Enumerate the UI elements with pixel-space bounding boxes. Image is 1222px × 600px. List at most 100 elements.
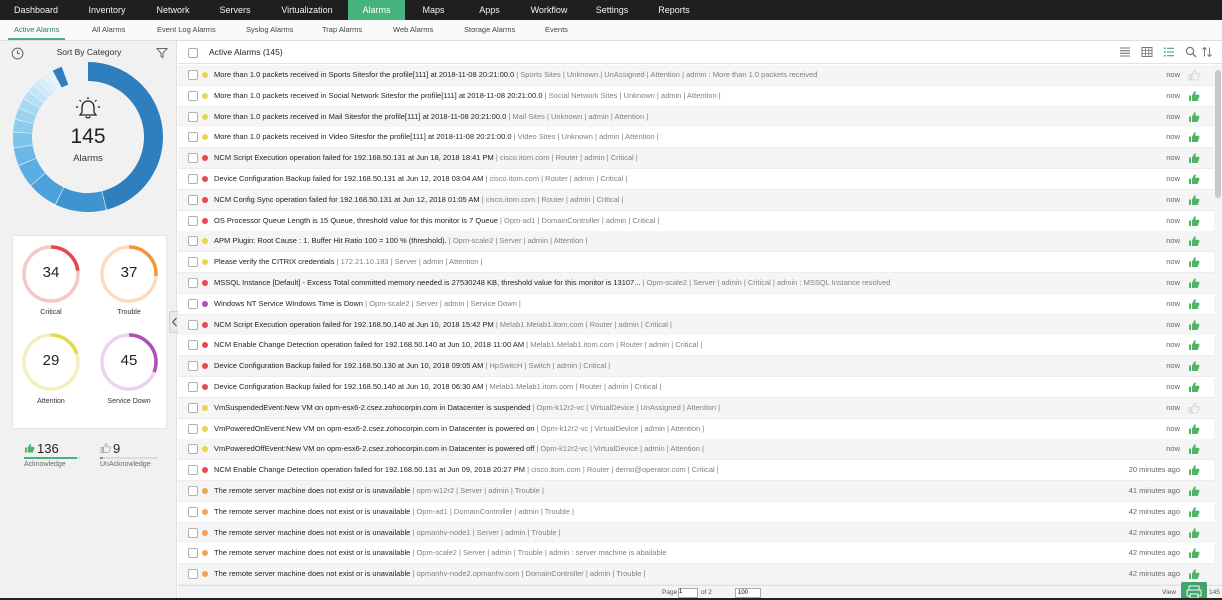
alarm-row[interactable]: More than 1.0 packets received in Mail S…: [178, 106, 1214, 128]
row-checkbox[interactable]: [188, 506, 198, 517]
page-number-input[interactable]: 1: [678, 588, 698, 598]
nav-item-apps[interactable]: Apps: [462, 0, 517, 20]
alarm-message[interactable]: NCM Enable Change Detection operation fa…: [214, 340, 1134, 349]
alarm-message-text[interactable]: The remote server machine does not exist…: [214, 507, 410, 516]
severity-ring-trouble[interactable]: 37: [99, 244, 159, 304]
alarm-message[interactable]: More than 1.0 packets received in Video …: [214, 132, 1134, 141]
list-scrollbar[interactable]: [1214, 65, 1222, 585]
alarm-message[interactable]: Device Configuration Backup failed for 1…: [214, 174, 1134, 183]
tab-web-alarms[interactable]: Web Alarms: [393, 20, 433, 40]
nav-item-reports[interactable]: Reports: [643, 0, 705, 20]
unacknowledge-summary[interactable]: 9 UnAcknowledge: [100, 441, 158, 471]
thumbs-up-icon[interactable]: [1188, 235, 1200, 247]
alarm-row[interactable]: APM Plugin: Root Cause : 1. Buffer Hit R…: [178, 231, 1214, 253]
row-checkbox[interactable]: [188, 361, 198, 372]
nav-item-servers[interactable]: Servers: [204, 0, 266, 20]
alarm-message[interactable]: MSSQL Instance [Default] - Excess Total …: [214, 278, 1134, 287]
alarm-message[interactable]: Windows NT Service Windows Time is Down …: [214, 299, 1134, 308]
alarm-message-text[interactable]: NCM Script Execution operation failed fo…: [214, 153, 494, 162]
list-view-icon[interactable]: [1119, 46, 1131, 58]
alarm-message[interactable]: Please verify the CITRIX credentials | 1…: [214, 257, 1134, 266]
grid-view-icon[interactable]: [1141, 46, 1153, 58]
alarm-row[interactable]: MSSQL Instance [Default] - Excess Total …: [178, 273, 1214, 294]
alarm-message[interactable]: VmPoweredOnEvent:New VM on opm-esx6-2.cs…: [214, 424, 1134, 433]
alarm-row[interactable]: More than 1.0 packets received in Social…: [178, 85, 1214, 107]
thumbs-up-icon[interactable]: [1188, 111, 1200, 123]
thumbs-up-icon[interactable]: [1188, 298, 1200, 310]
alarm-message-text[interactable]: More than 1.0 packets received in Video …: [214, 132, 512, 141]
nav-item-inventory[interactable]: Inventory: [72, 0, 142, 20]
nav-item-maps[interactable]: Maps: [405, 0, 462, 20]
alarm-message[interactable]: The remote server machine does not exist…: [214, 548, 1134, 557]
alarm-message[interactable]: More than 1.0 packets received in Social…: [214, 91, 1134, 100]
tab-trap-alarms[interactable]: Trap Alarms: [322, 20, 362, 40]
alarm-message[interactable]: APM Plugin: Root Cause : 1. Buffer Hit R…: [214, 236, 1134, 245]
alarm-message-text[interactable]: Device Configuration Backup failed for 1…: [214, 174, 483, 183]
alarm-row[interactable]: Windows NT Service Windows Time is Down …: [178, 293, 1214, 315]
sort-by-category-title[interactable]: Sort By Category: [28, 47, 150, 57]
row-checkbox[interactable]: [188, 70, 198, 80]
row-checkbox[interactable]: [188, 444, 198, 455]
row-checkbox[interactable]: [188, 298, 198, 309]
alarm-row[interactable]: NCM Config Sync operation failed for 192…: [178, 189, 1214, 211]
row-checkbox[interactable]: [188, 319, 198, 330]
alarm-message[interactable]: VmPoweredOffEvent:New VM on opm-esx6-2.c…: [214, 444, 1134, 453]
thumbs-up-icon[interactable]: [1188, 277, 1200, 289]
row-checkbox[interactable]: [188, 194, 198, 205]
row-checkbox[interactable]: [188, 153, 198, 164]
alarm-message-text[interactable]: VmPoweredOnEvent:New VM on opm-esx6-2.cs…: [214, 424, 535, 433]
alarm-message-text[interactable]: APM Plugin: Root Cause : 1. Buffer Hit R…: [214, 236, 447, 245]
alarm-row[interactable]: VmPoweredOnEvent:New VM on opm-esx6-2.cs…: [178, 418, 1214, 440]
thumbs-up-icon[interactable]: [1188, 485, 1200, 497]
severity-ring-critical[interactable]: 34: [21, 244, 81, 304]
alarm-row[interactable]: The remote server machine does not exist…: [178, 543, 1214, 565]
row-checkbox[interactable]: [188, 486, 198, 496]
filter-icon[interactable]: [156, 47, 168, 59]
alarm-message[interactable]: NCM Script Execution operation failed fo…: [214, 320, 1134, 329]
alarm-row[interactable]: The remote server machine does not exist…: [178, 481, 1214, 502]
alarm-message-text[interactable]: Device Configuration Backup failed for 1…: [214, 361, 483, 370]
thumbs-up-icon[interactable]: [1188, 215, 1200, 227]
row-checkbox[interactable]: [188, 132, 198, 143]
detail-view-icon[interactable]: [1163, 46, 1175, 58]
row-checkbox[interactable]: [188, 340, 198, 351]
alarm-row[interactable]: NCM Script Execution operation failed fo…: [178, 314, 1214, 336]
nav-item-alarms[interactable]: Alarms: [348, 0, 405, 20]
select-all-checkbox[interactable]: [188, 48, 198, 58]
alarm-message-text[interactable]: NCM Enable Change Detection operation fa…: [214, 465, 525, 474]
alarm-message-text[interactable]: Windows NT Service Windows Time is Down: [214, 299, 363, 308]
alarm-row[interactable]: Device Configuration Backup failed for 1…: [178, 169, 1214, 190]
alarm-row[interactable]: More than 1.0 packets received in Video …: [178, 127, 1214, 149]
alarm-message[interactable]: The remote server machine does not exist…: [214, 486, 1134, 495]
row-checkbox[interactable]: [188, 569, 198, 580]
thumbs-up-icon[interactable]: [1188, 547, 1200, 559]
alarm-row[interactable]: Device Configuration Backup failed for 1…: [178, 377, 1214, 398]
severity-ring-service-down[interactable]: 45: [99, 332, 159, 392]
row-checkbox[interactable]: [188, 527, 198, 538]
nav-item-network[interactable]: Network: [142, 0, 204, 20]
nav-item-dashboard[interactable]: Dashboard: [0, 0, 72, 20]
scrollbar-thumb[interactable]: [1215, 70, 1221, 198]
row-checkbox[interactable]: [188, 174, 198, 184]
alarm-message[interactable]: OS Processor Queue Length is 15 Queue, t…: [214, 216, 1134, 225]
row-checkbox[interactable]: [188, 278, 198, 288]
acknowledge-summary[interactable]: 136 Acknowledge: [24, 441, 80, 471]
alarm-message-text[interactable]: The remote server machine does not exist…: [214, 548, 410, 557]
row-checkbox[interactable]: [188, 548, 198, 559]
row-checkbox[interactable]: [188, 236, 198, 247]
alarm-message-text[interactable]: MSSQL Instance [Default] - Excess Total …: [214, 278, 640, 287]
row-checkbox[interactable]: [188, 423, 198, 434]
thumbs-up-icon[interactable]: [1188, 381, 1200, 393]
alarm-message-text[interactable]: NCM Config Sync operation failed for 192…: [214, 195, 480, 204]
alarm-message[interactable]: VmSuspendedEvent:New VM on opm-esx6-2.cs…: [214, 403, 1134, 412]
alarm-message-text[interactable]: NCM Enable Change Detection operation fa…: [214, 340, 524, 349]
alarm-message-text[interactable]: More than 1.0 packets received in Mail S…: [214, 112, 506, 121]
alarm-row[interactable]: VmSuspendedEvent:New VM on opm-esx6-2.cs…: [178, 397, 1214, 419]
thumbs-up-icon[interactable]: [1188, 319, 1200, 331]
row-checkbox[interactable]: [188, 382, 198, 392]
alarm-row[interactable]: NCM Enable Change Detection operation fa…: [178, 460, 1214, 482]
alarm-row[interactable]: NCM Script Execution operation failed fo…: [178, 148, 1214, 170]
clock-icon[interactable]: [11, 47, 24, 60]
row-checkbox[interactable]: [188, 215, 198, 226]
alarm-message-text[interactable]: Device Configuration Backup failed for 1…: [214, 382, 483, 391]
